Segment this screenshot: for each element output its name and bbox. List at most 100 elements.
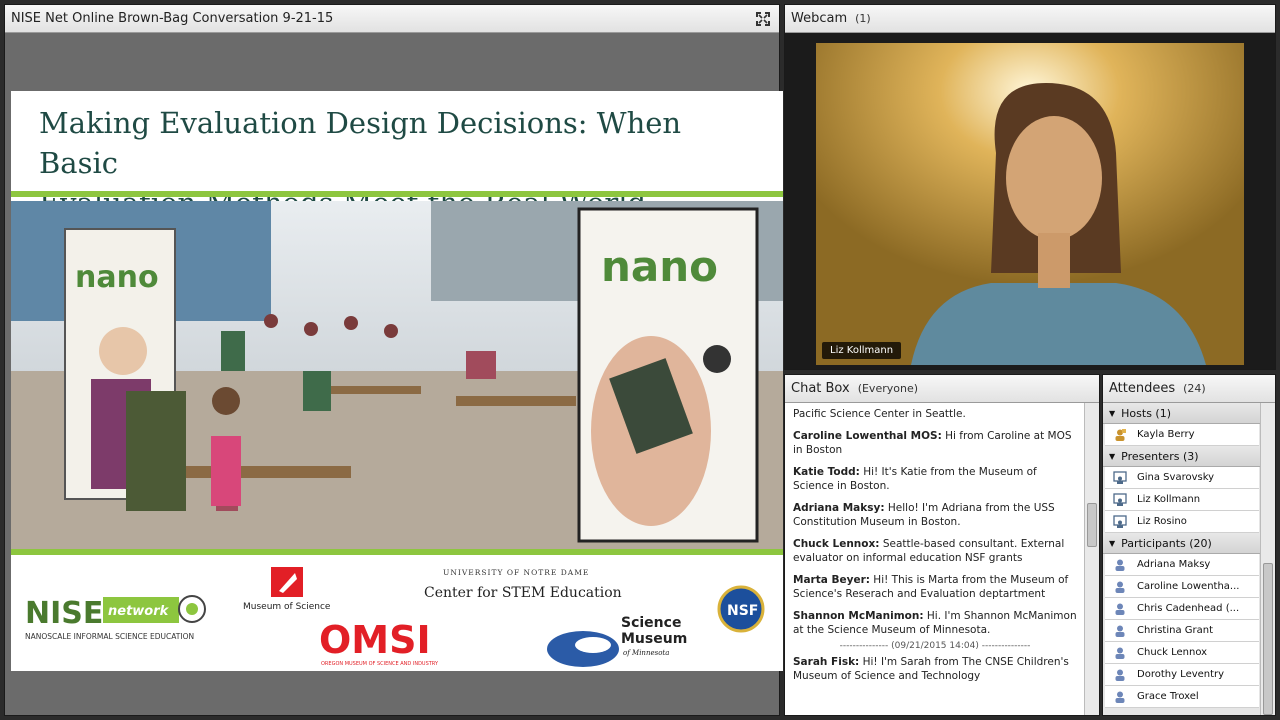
attendee-row[interactable]: Kayla Berry — [1105, 424, 1259, 446]
collapse-triangle-icon[interactable]: ▼ — [1109, 452, 1115, 461]
attendees-pod: Attendees (24) ▼ Hosts (1) Kayla Berry ▼ P… — [1102, 374, 1276, 716]
attendee-row[interactable]: Grace Troxel — [1105, 686, 1259, 708]
attendee-name: Grace Troxel — [1137, 691, 1199, 702]
fullscreen-icon[interactable] — [755, 11, 771, 27]
attendee-row[interactable]: Liz Kollmann — [1105, 489, 1259, 511]
chat-scrollbar-thumb[interactable] — [1087, 503, 1097, 547]
chat-sender: Caroline Lowenthal MOS: — [793, 430, 942, 442]
attendee-name: Christina Grant — [1137, 625, 1214, 636]
attendee-name: Chris Cadenhead (... — [1137, 603, 1240, 614]
nsf-logo: NSF — [727, 603, 758, 619]
chat-sender: Shannon McManimon: — [793, 610, 924, 622]
share-pod: NISE Net Online Brown-Bag Conversation 9… — [4, 4, 783, 716]
webcam-video: Liz Kollmann — [816, 43, 1244, 365]
chat-pod-titlebar: Chat Box (Everyone) — [785, 375, 1099, 403]
attendee-row[interactable]: Gina Svarovsky — [1105, 467, 1259, 489]
chat-message: Marta Beyer: Hi! This is Marta from the … — [793, 573, 1077, 601]
chat-pod: Chat Box (Everyone) Pacific Science Cent… — [784, 374, 1100, 716]
attendee-list: ▼ Hosts (1) Kayla Berry ▼ Presenters (3) G… — [1103, 403, 1261, 715]
webcam-pod-titlebar: Webcam (1) — [785, 5, 1275, 33]
attendee-name: Liz Kollmann — [1137, 494, 1201, 505]
group-participants-label: Participants (20) — [1121, 536, 1212, 550]
share-pod-title: NISE Net Online Brown-Bag Conversation 9… — [11, 11, 334, 26]
chat-message: Adriana Maksy: Hello! I'm Adriana from t… — [793, 501, 1077, 529]
participant-icon — [1115, 581, 1125, 593]
chat-messages: Pacific Science Center in Seattle. Carol… — [785, 403, 1085, 715]
webcam-video-illustration — [816, 43, 1244, 365]
slide-divider-top — [11, 191, 783, 197]
nise-network-text: network — [108, 604, 170, 619]
attendees-pod-titlebar: Attendees (24) — [1103, 375, 1275, 403]
attendee-row[interactable]: Dorothy Leventry — [1105, 664, 1259, 686]
notre-dame-label: UNIVERSITY OF NOTRE DAME — [443, 568, 589, 577]
attendee-row[interactable]: Christina Grant — [1105, 620, 1259, 642]
webcam-pod-title: Webcam — [791, 11, 848, 26]
group-hosts-label: Hosts (1) — [1121, 406, 1172, 420]
participant-icon — [1115, 669, 1125, 681]
attendees-count: (24) — [1183, 382, 1206, 395]
chat-message: Katie Todd: Hi! It's Katie from the Muse… — [793, 465, 1077, 493]
attendee-name: Adriana Maksy — [1137, 559, 1211, 570]
participant-icon — [1115, 691, 1125, 703]
chat-sender: Adriana Maksy: — [793, 502, 885, 514]
chat-message: Pacific Science Center in Seattle. — [793, 407, 1077, 421]
participant-icon — [1115, 625, 1125, 637]
chat-sender: Marta Beyer: — [793, 574, 870, 586]
attendee-row[interactable]: Chris Cadenhead (... — [1105, 598, 1259, 620]
attendee-name: Kayla Berry — [1137, 429, 1195, 440]
sponsor-logos: NISE network NANOSCALE INFORMAL SCIENCE … — [11, 557, 783, 671]
attendee-row[interactable]: Chuck Lennox — [1105, 642, 1259, 664]
attendees-scrollbar[interactable] — [1260, 403, 1275, 715]
attendees-scrollbar-thumb[interactable] — [1263, 563, 1273, 715]
host-icon — [1115, 428, 1126, 441]
mos-logo: Museum of Science — [243, 602, 331, 612]
omsi-logo: OMSI — [319, 618, 431, 662]
presenter-icon — [1113, 514, 1127, 528]
webcam-pod: Webcam (1) Liz Kollmann — [784, 4, 1276, 370]
smm-logo-line-2: Museum — [621, 631, 687, 647]
group-presenters[interactable]: ▼ Presenters (3) — [1103, 446, 1261, 467]
exhibit-photo: nano nano — [11, 201, 783, 549]
attendee-row[interactable]: Caroline Lowentha... — [1105, 576, 1259, 598]
presenter-icon — [1113, 470, 1127, 484]
participant-icon — [1115, 647, 1125, 659]
participant-icon — [1115, 603, 1125, 615]
group-participants[interactable]: ▼ Participants (20) — [1103, 533, 1261, 554]
chat-message: Caroline Lowenthal MOS: Hi from Caroline… — [793, 429, 1077, 457]
smm-logo-line-1: Science — [621, 615, 681, 631]
nise-subtitle: NANOSCALE INFORMAL SCIENCE EDUCATION — [25, 632, 194, 641]
chat-scope[interactable]: (Everyone) — [858, 382, 918, 395]
attendee-name: Chuck Lennox — [1137, 647, 1208, 658]
chat-message: Shannon McManimon: Hi. I'm Shannon McMan… — [793, 609, 1077, 637]
nise-logo: NISE — [25, 596, 103, 631]
chat-timestamp: --------------- (09/21/2015 14:04) -----… — [839, 641, 1031, 651]
attendee-name: Gina Svarovsky — [1137, 472, 1215, 483]
attendee-row[interactable]: Liz Rosino — [1105, 511, 1259, 533]
stem-center-logo: Center for STEM Education — [424, 585, 622, 601]
presenter-icon — [1113, 492, 1127, 506]
group-hosts[interactable]: ▼ Hosts (1) — [1103, 403, 1261, 424]
presentation-slide: Making Evaluation Design Decisions: When… — [11, 91, 783, 671]
share-pod-titlebar: NISE Net Online Brown-Bag Conversation 9… — [5, 5, 779, 33]
attendees-pod-title: Attendees — [1109, 381, 1176, 396]
group-presenters-label: Presenters (3) — [1121, 449, 1199, 463]
smm-logo-line-3: of Minnesota — [623, 649, 669, 657]
exhibit-photo-illustration: nano nano — [11, 201, 783, 549]
banner-right-text: nano — [601, 242, 718, 291]
chat-scrollbar[interactable] — [1084, 403, 1099, 715]
chat-message: Sarah Fisk: Hi! I'm Sarah from The CNSE … — [793, 655, 1077, 683]
chat-sender: Sarah Fisk: — [793, 656, 860, 668]
chat-message: Chuck Lennox: Seattle-based consultant. … — [793, 537, 1077, 565]
collapse-triangle-icon[interactable]: ▼ — [1109, 539, 1115, 548]
banner-left-text: nano — [75, 260, 159, 295]
chat-text: Pacific Science Center in Seattle. — [793, 408, 966, 420]
attendee-row[interactable]: Adriana Maksy — [1105, 554, 1259, 576]
chat-sender: Chuck Lennox: — [793, 538, 880, 550]
collapse-triangle-icon[interactable]: ▼ — [1109, 409, 1115, 418]
chat-sender: Katie Todd: — [793, 466, 860, 478]
slide-heading-line-1: Making Evaluation Design Decisions: When… — [39, 106, 682, 180]
participant-icon — [1115, 559, 1125, 571]
omsi-subtitle: OREGON MUSEUM OF SCIENCE AND INDUSTRY — [321, 661, 439, 667]
attendee-name: Liz Rosino — [1137, 516, 1187, 527]
attendee-name: Caroline Lowentha... — [1137, 581, 1240, 592]
